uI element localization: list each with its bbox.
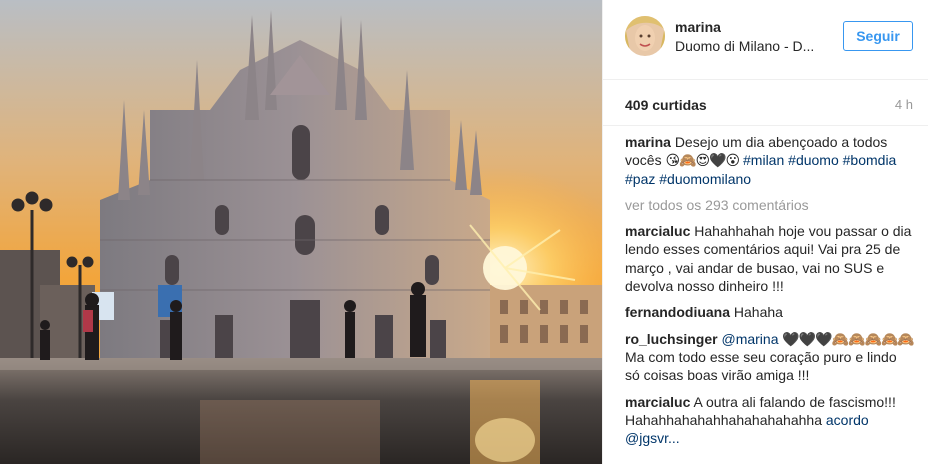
caption-emojis: 😘🙈😍🖤😮 bbox=[665, 152, 740, 169]
post-username[interactable]: marina bbox=[675, 19, 721, 35]
comment-author[interactable]: marcialuc bbox=[625, 394, 690, 410]
comment-text: Hahaha bbox=[733, 304, 783, 321]
comment-text: Ma com todo esse seu coração puro e lind… bbox=[625, 348, 897, 384]
post-photo[interactable] bbox=[0, 0, 602, 464]
duomo-cathedral-sunset-image bbox=[0, 0, 602, 464]
view-all-comments-link[interactable]: ver todos os 293 comentários bbox=[625, 196, 915, 214]
comment: fernandodiuana Hahaha bbox=[625, 303, 915, 321]
post-stats: 409 curtidas 4 h bbox=[603, 80, 928, 126]
comment-author[interactable]: marcialuc bbox=[625, 223, 690, 239]
comment-emojis: 🖤🖤🖤🙈🙈🙈🙈🙈 bbox=[782, 330, 914, 347]
comment-author[interactable]: fernandodiuana bbox=[625, 304, 730, 320]
comment: marcialuc A outra ali falando de fascism… bbox=[625, 393, 915, 448]
avatar[interactable] bbox=[625, 16, 665, 56]
comment: ro_luchsinger @marina 🖤🖤🖤🙈🙈🙈🙈🙈 Ma com to… bbox=[625, 330, 915, 385]
comment-author[interactable]: ro_luchsinger bbox=[625, 331, 718, 347]
comment: marcialuc Hahahhahah hoje vou passar o d… bbox=[625, 222, 915, 295]
hashtag-link[interactable]: #bomdia bbox=[843, 152, 897, 168]
post-time[interactable]: 4 h bbox=[895, 97, 913, 112]
avatar-photo-icon bbox=[625, 16, 665, 56]
post-location[interactable]: Duomo di Milano - D... bbox=[675, 38, 825, 54]
hashtag-link[interactable]: #milan bbox=[743, 152, 784, 168]
caption: marina Desejo um dia abençoado a todos v… bbox=[625, 133, 915, 188]
follow-button[interactable]: Seguir bbox=[843, 21, 913, 51]
post-detail-panel: marina Duomo di Milano - D... Seguir 409… bbox=[602, 0, 928, 464]
hashtag-link[interactable]: #paz bbox=[625, 171, 655, 187]
comments-list: marina Desejo um dia abençoado a todos v… bbox=[625, 133, 915, 455]
caption-author[interactable]: marina bbox=[625, 134, 671, 150]
likes-count[interactable]: 409 curtidas bbox=[625, 97, 707, 113]
hashtag-link[interactable]: #duomo bbox=[788, 152, 839, 168]
post-header: marina Duomo di Milano - D... Seguir bbox=[603, 0, 928, 80]
mention-link[interactable]: @marina bbox=[721, 331, 778, 347]
hashtag-link[interactable]: #duomomilano bbox=[659, 171, 751, 187]
